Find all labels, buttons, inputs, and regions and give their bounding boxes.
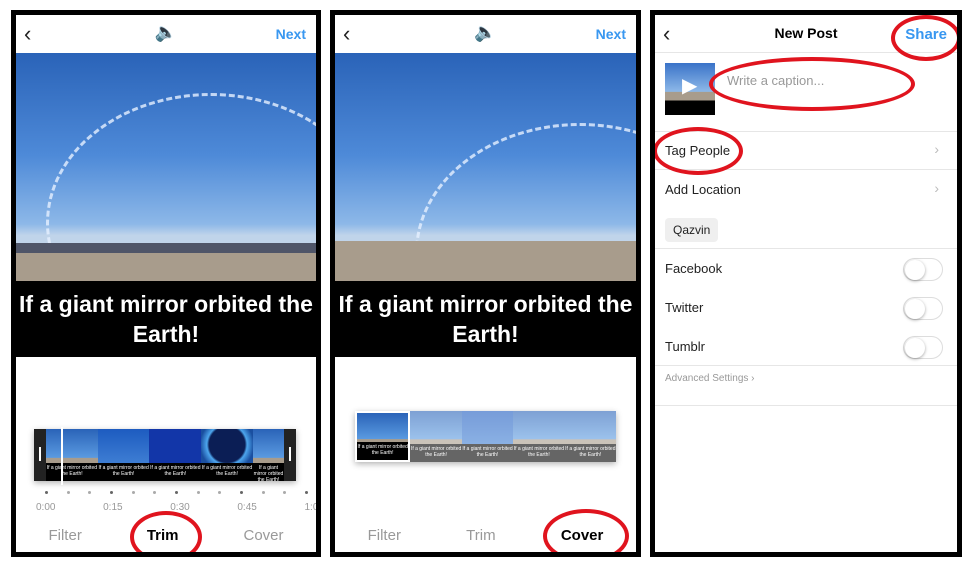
- selected-cover-frame[interactable]: If a giant mirror orbited the Earth!: [355, 411, 411, 462]
- trim-handle-left[interactable]: [34, 429, 46, 481]
- trim-filmstrip[interactable]: If a giant mirror orbited the Earth! If …: [34, 429, 296, 483]
- trim-handle-right[interactable]: [283, 429, 296, 481]
- back-icon[interactable]: ‹: [24, 21, 31, 47]
- next-button[interactable]: Next: [276, 26, 306, 42]
- trim-screen: ‹ 🔈 Next If a giant mirror orbited the E…: [11, 10, 321, 557]
- chevron-right-icon: ›: [934, 141, 939, 157]
- highlight-trim: [130, 511, 202, 552]
- frame: If a giant mirror orbited the Earth!: [252, 429, 284, 483]
- header: ‹ 🔈 Next: [335, 15, 636, 53]
- tab-filter[interactable]: Filter: [368, 527, 401, 544]
- highlight-tag-people: [655, 127, 743, 175]
- add-location-row[interactable]: Add Location ›: [655, 170, 957, 209]
- post-thumbnail: ▶: [665, 63, 715, 115]
- location-chip[interactable]: Qazvin: [665, 218, 719, 242]
- frame[interactable]: If a giant mirror orbited the Earth!: [410, 411, 462, 462]
- highlight-cover: [543, 509, 629, 552]
- twitter-toggle[interactable]: [903, 297, 943, 320]
- video-preview: [16, 53, 316, 353]
- frame: If a giant mirror orbited the Earth!: [97, 429, 150, 481]
- frame[interactable]: If a giant mirror orbited the Earth!: [564, 411, 617, 462]
- back-icon[interactable]: ‹: [343, 21, 350, 47]
- play-icon: ▶: [682, 75, 698, 97]
- header: ‹ 🔈 Next: [16, 15, 316, 53]
- new-post-screen: ‹ New Post Share ▶ Write a caption... Ta…: [650, 10, 962, 557]
- tumblr-row: Tumblr: [655, 327, 957, 366]
- advanced-settings-link[interactable]: Advanced Settings ›: [665, 373, 755, 384]
- timeline-ticks: [45, 491, 308, 494]
- frame[interactable]: If a giant mirror orbited the Earth!: [513, 411, 565, 462]
- next-button[interactable]: Next: [596, 26, 626, 42]
- facebook-toggle[interactable]: [903, 258, 943, 281]
- frame: If a giant mirror orbited the Earth!: [149, 429, 202, 481]
- speaker-icon[interactable]: 🔈: [474, 22, 496, 43]
- facebook-row: Facebook: [655, 249, 957, 288]
- speaker-icon[interactable]: 🔈: [155, 22, 177, 43]
- frame[interactable]: If a giant mirror orbited the Earth!: [461, 411, 514, 462]
- highlight-caption: [709, 57, 915, 111]
- timeline-labels: 0:000:150:300:451:00: [36, 502, 319, 513]
- twitter-row: Twitter: [655, 288, 957, 327]
- highlight-share: [891, 15, 957, 61]
- video-preview: [335, 53, 636, 383]
- frame: If a giant mirror orbited the Earth!: [201, 429, 253, 481]
- frame: If a giant mirror orbited the Earth!: [46, 429, 98, 481]
- chevron-right-icon: ›: [934, 180, 939, 196]
- playhead[interactable]: [61, 427, 63, 485]
- cover-screen: ‹ 🔈 Next If a giant mirror orbited the E…: [330, 10, 641, 557]
- tab-filter[interactable]: Filter: [48, 527, 81, 544]
- video-caption: If a giant mirror orbited the Earth!: [16, 281, 316, 357]
- tumblr-toggle[interactable]: [903, 336, 943, 359]
- video-caption: If a giant mirror orbited the Earth!: [335, 281, 636, 357]
- cover-filmstrip[interactable]: If a giant mirror orbited the Earth! If …: [355, 411, 617, 462]
- tab-trim[interactable]: Trim: [466, 527, 495, 544]
- tab-cover[interactable]: Cover: [243, 527, 283, 544]
